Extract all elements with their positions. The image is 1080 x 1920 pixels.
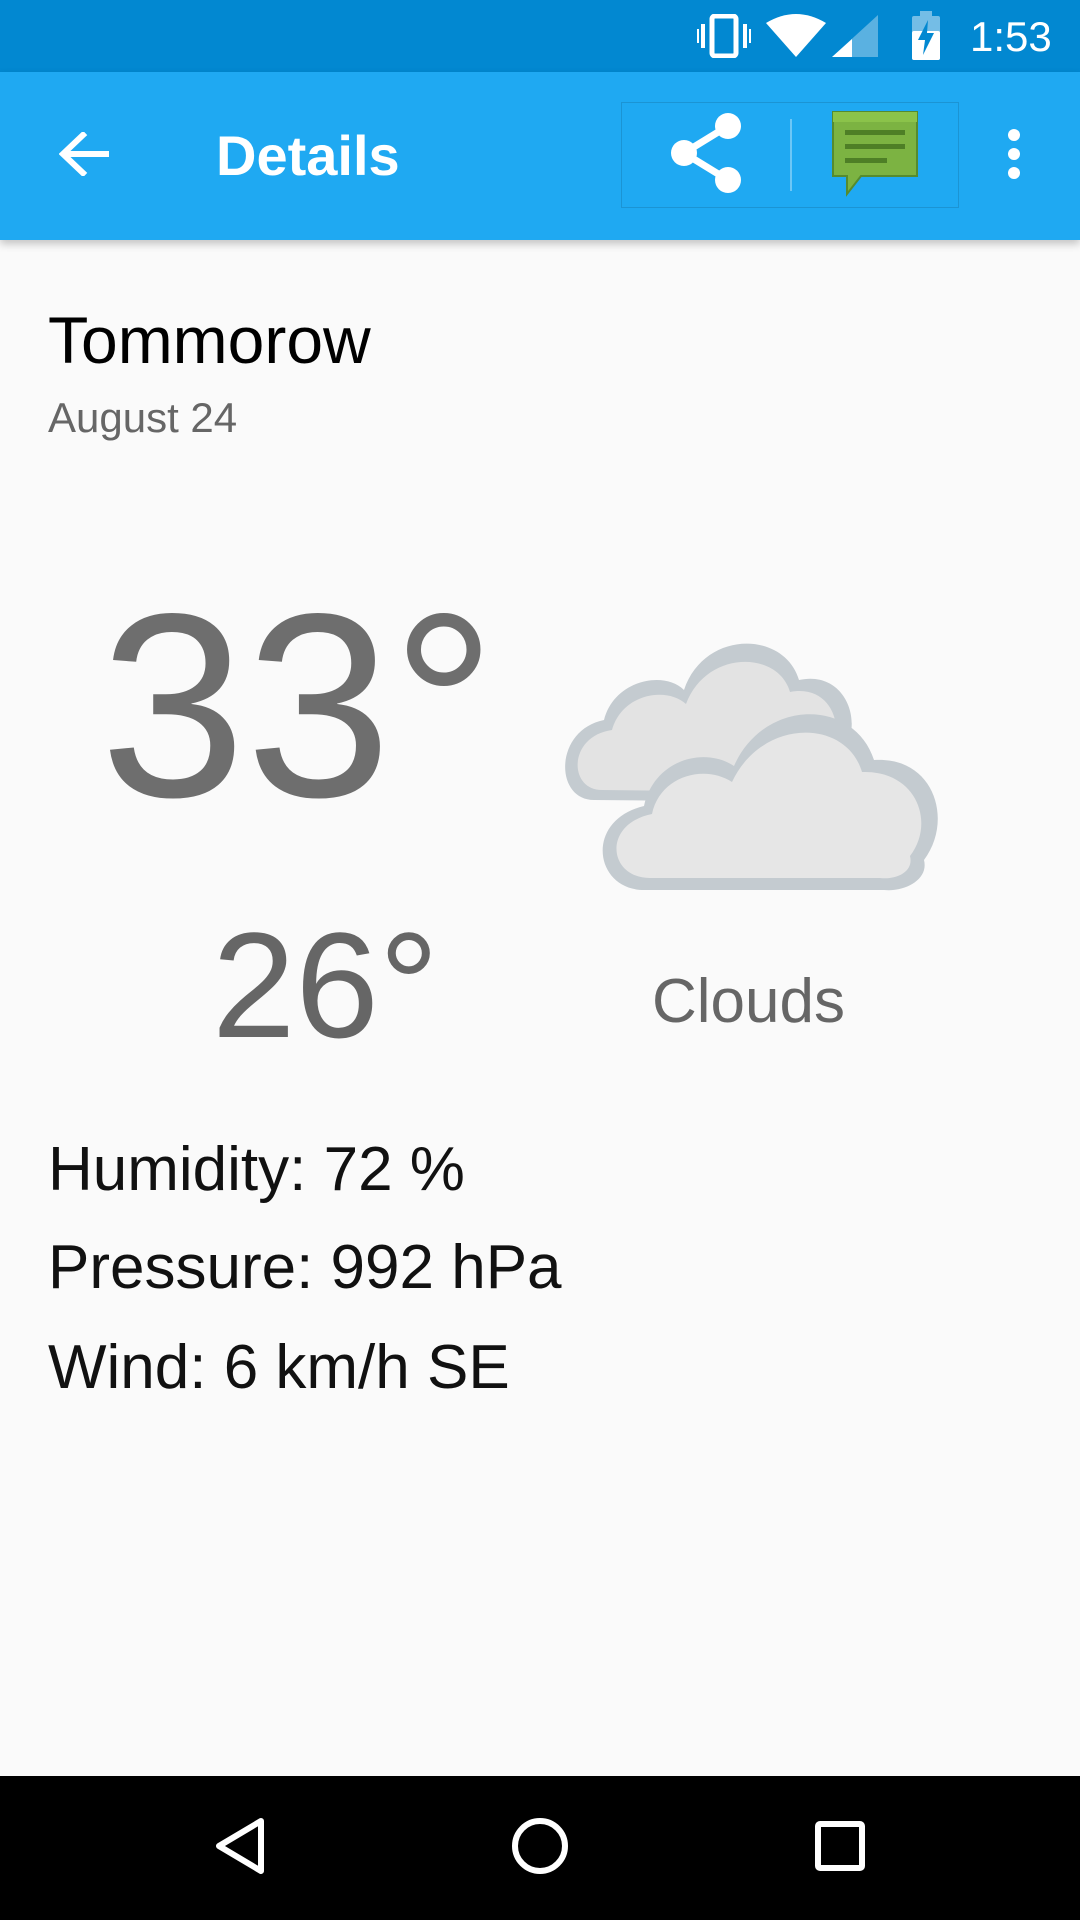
high-temperature: 33° — [100, 559, 497, 852]
message-button[interactable] — [792, 103, 958, 207]
nav-back-button[interactable] — [180, 1806, 300, 1890]
nav-recents-button[interactable] — [780, 1806, 900, 1890]
date-label: August 24 — [48, 394, 238, 441]
status-time: 1:53 — [970, 13, 1052, 60]
battery-charging-icon — [908, 0, 944, 72]
back-button[interactable] — [42, 114, 126, 198]
more-vert-icon — [1006, 128, 1022, 184]
wind-text: Wind: 6 km/h SE — [48, 1333, 510, 1402]
action-group — [621, 102, 959, 208]
vibrate-icon — [694, 0, 754, 72]
nav-recents-icon — [814, 1820, 866, 1877]
forecast-detail: Tommorow August 24 33° 26° Clouds Humidi… — [0, 240, 1080, 1776]
message-icon — [829, 108, 921, 203]
nav-home-button[interactable] — [480, 1806, 600, 1890]
status-bar: 1:53 — [0, 0, 1080, 72]
more-options-button[interactable] — [984, 114, 1044, 198]
page-title: Details — [216, 124, 400, 187]
condition-label: Clouds — [652, 967, 845, 1036]
share-button[interactable] — [622, 103, 790, 207]
arrow-back-icon — [58, 130, 110, 181]
humidity-text: Humidity: 72 % — [48, 1135, 465, 1204]
navigation-bar — [0, 1776, 1080, 1920]
clouds-icon — [554, 570, 954, 900]
nav-home-icon — [510, 1816, 570, 1881]
wifi-icon — [764, 0, 828, 72]
day-label: Tommorow — [48, 303, 371, 377]
share-icon — [668, 112, 744, 199]
cell-signal-icon — [832, 0, 880, 72]
low-temperature: 26° — [212, 901, 439, 1069]
nav-back-icon — [213, 1816, 267, 1881]
pressure-text: Pressure: 992 hPa — [48, 1233, 562, 1302]
app-toolbar: Details — [0, 72, 1080, 240]
